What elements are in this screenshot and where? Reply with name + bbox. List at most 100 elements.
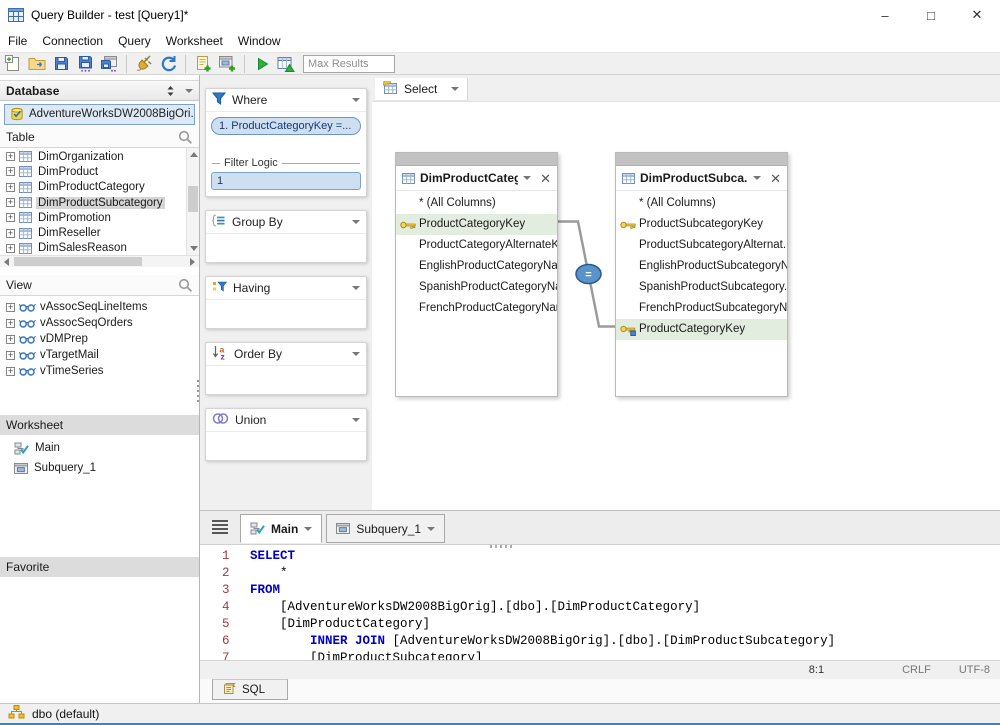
order-by-empty-area[interactable] [206,366,366,394]
menu-item-worksheet[interactable]: Worksheet [166,34,223,48]
connect-icon[interactable] [134,54,154,74]
chevron-down-icon[interactable] [451,87,459,91]
sql-editor[interactable]: 1SELECT2 *3FROM4 [AdventureWorksDW2008Bi… [200,544,1000,660]
column-row[interactable]: * (All Columns) [396,193,557,214]
table-tree-item-dimproductsubcategory[interactable]: +DimProductSubcategory [0,195,186,210]
chevron-down-icon[interactable] [352,286,360,290]
refresh-icon[interactable] [158,54,178,74]
max-results-input[interactable] [303,55,395,73]
menu-item-connection[interactable]: Connection [42,34,103,48]
column-row[interactable]: EnglishProductSubcategoryN... [616,256,787,277]
column-row[interactable]: ProductSubcategoryKey [616,214,787,235]
expand-icon[interactable]: + [6,152,15,161]
expand-icon[interactable]: + [6,335,15,344]
add-subquery-icon[interactable] [217,54,237,74]
close-icon[interactable]: ✕ [540,172,551,185]
open-icon[interactable] [27,54,47,74]
column-row[interactable]: ProductCategoryAlternateKey [396,235,557,256]
table-tree-item-dimpromotion[interactable]: +DimPromotion [0,210,186,225]
where-condition-pill[interactable]: 1. ProductCategoryKey =... [211,117,361,135]
expand-icon[interactable]: + [6,213,15,222]
filter-logic-input[interactable] [211,172,361,190]
chevron-down-icon[interactable] [304,527,312,531]
chevron-down-icon[interactable] [753,176,761,180]
scroll-down-icon[interactable] [190,246,198,251]
scroll-up-icon[interactable] [190,152,198,157]
menu-item-query[interactable]: Query [118,34,151,48]
worksheet-item-subquery_1[interactable]: Subquery_1 [14,458,199,478]
view-tree-item-vassocseqorders[interactable]: +vAssocSeqOrders [0,315,199,331]
column-row[interactable]: ProductCategoryKey [396,214,557,235]
view-tree-item-vdmprep[interactable]: +vDMPrep [0,331,199,347]
save-as-icon[interactable] [75,54,95,74]
editor-splitter-grip[interactable] [490,545,514,548]
table-tree-hscrollbar[interactable] [0,255,199,267]
chevron-down-icon[interactable] [352,220,360,224]
run-to-grid-icon[interactable] [276,54,296,74]
table-card-dimproductsubcategory[interactable]: DimProductSubca... ✕ * (All Columns)Prod… [615,152,788,397]
expand-icon[interactable]: + [6,319,15,328]
save-icon[interactable] [51,54,71,74]
table-tree-item-dimproduct[interactable]: +DimProduct [0,164,186,179]
table-card-dimproductcategory[interactable]: DimProductCateg... ✕ * (All Columns)Prod… [395,152,558,397]
menu-item-file[interactable]: File [8,34,27,48]
column-row[interactable]: * (All Columns) [616,193,787,214]
having-empty-area[interactable] [206,300,366,328]
tab-subquery_1[interactable]: Subquery_1 [326,514,445,543]
expand-icon[interactable]: + [6,367,15,376]
select-section-header[interactable]: Select [375,78,468,101]
chevron-down-icon[interactable] [352,352,360,356]
table-card-grip[interactable] [396,153,557,166]
view-section-header[interactable]: View [0,275,199,296]
where-header[interactable]: Where [206,89,366,112]
chevron-down-icon[interactable] [352,418,360,422]
chevron-down-icon[interactable] [185,89,193,93]
tab-sql[interactable]: SQL [212,679,288,700]
worksheet-item-main[interactable]: Main [14,438,199,458]
expand-icon[interactable]: + [6,244,15,253]
scroll-right-icon[interactable] [190,258,195,266]
expand-icon[interactable]: + [6,183,15,192]
expand-icon[interactable]: + [6,303,15,312]
search-icon[interactable] [178,130,193,145]
column-row[interactable]: ProductSubcategoryAlternat... [616,235,787,256]
view-tree-item-vassocseqlineitems[interactable]: +vAssocSeqLineItems [0,299,199,315]
scrollbar-thumb[interactable] [14,257,142,266]
close-icon[interactable]: ✕ [770,172,781,185]
column-row[interactable]: SpanishProductSubcategory... [616,277,787,298]
view-tree-item-vtimeseries[interactable]: +vTimeSeries [0,363,199,379]
having-header[interactable]: Having [206,277,366,300]
minimize-button[interactable]: – [862,0,908,30]
column-row[interactable]: FrenchProductCategoryName [396,298,557,319]
close-button[interactable]: ✕ [954,0,1000,30]
table-tree-item-dimorganization[interactable]: +DimOrganization [0,149,186,164]
expand-icon[interactable]: + [6,351,15,360]
scroll-left-icon[interactable] [4,258,9,266]
table-tree-item-dimsalesreason[interactable]: +DimSalesReason [0,241,186,255]
table-tree-item-dimproductcategory[interactable]: +DimProductCategory [0,180,186,195]
column-row[interactable]: ProductCategoryKey [616,319,787,340]
chevron-down-icon[interactable] [352,98,360,102]
search-icon[interactable] [178,278,193,293]
union-empty-area[interactable] [206,432,366,460]
tab-list-menu-icon[interactable] [212,520,228,534]
group-by-empty-area[interactable] [206,234,366,262]
column-row[interactable]: EnglishProductCategoryName [396,256,557,277]
new-query-icon[interactable] [3,54,23,74]
worksheet-section-header[interactable]: Worksheet [0,415,199,435]
table-tree-vscrollbar[interactable] [186,148,199,255]
tab-main[interactable]: Main [240,514,322,543]
view-tree-item-vtargetmail[interactable]: +vTargetMail [0,347,199,363]
table-section-header[interactable]: Table [0,127,199,148]
expand-icon[interactable]: + [6,229,15,238]
table-tree-item-dimreseller[interactable]: +DimReseller [0,225,186,240]
save-worksheet-icon[interactable] [99,54,119,74]
column-row[interactable]: FrenchProductSubcategoryN... [616,298,787,319]
expand-icon[interactable]: + [6,167,15,176]
add-query-icon[interactable] [193,54,213,74]
group-by-header[interactable]: Group By [206,211,366,234]
run-icon[interactable] [252,54,272,74]
chevron-down-icon[interactable] [427,527,435,531]
column-row[interactable]: SpanishProductCategoryName [396,277,557,298]
database-section-header[interactable]: Database [0,80,199,101]
